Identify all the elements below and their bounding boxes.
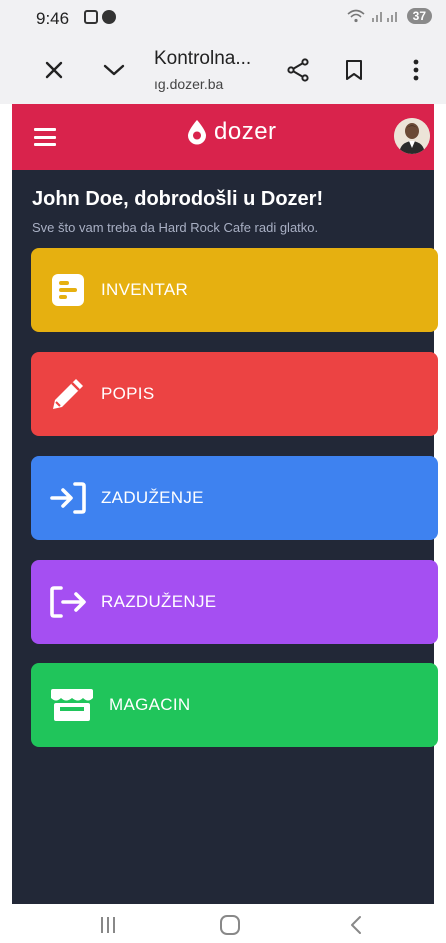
battery-indicator: 37 (406, 8, 432, 24)
inventory-icon (49, 271, 87, 309)
avatar[interactable] (394, 118, 430, 154)
welcome-heading: John Doe, dobrodošli u Dozer! (32, 188, 324, 210)
dozer-logo[interactable]: dozer (186, 118, 277, 146)
app-header: dozer (12, 104, 434, 170)
screenshot-icon (84, 10, 98, 24)
sign-out-icon (49, 583, 87, 621)
pencil-icon (49, 375, 87, 413)
magacin-label: MAGACIN (109, 695, 191, 714)
share-button[interactable] (278, 50, 318, 90)
browser-toolbar: Kontrolna... ıg.dozer.ba (0, 36, 446, 104)
close-icon (45, 61, 63, 79)
status-right: 37 (347, 8, 432, 24)
wifi-icon (347, 9, 365, 23)
droplet-icon (188, 120, 206, 145)
status-bar: 9:46 37 (0, 0, 446, 36)
razduzenje-button[interactable]: RAZDUŽENJE (31, 560, 438, 644)
popis-button[interactable]: POPIS (31, 352, 438, 436)
user-avatar-icon (394, 118, 430, 154)
back-icon (351, 916, 361, 934)
home-icon (220, 915, 240, 935)
more-vert-icon (413, 59, 419, 81)
sign-in-icon (49, 479, 87, 517)
logo-text: dozer (214, 118, 277, 145)
dozer-app: dozer John Doe, dobrodošli u Dozer! Sve … (12, 104, 438, 904)
app-notification-icon (102, 10, 116, 24)
menu-icon[interactable] (34, 128, 56, 146)
system-nav-bar (0, 904, 446, 943)
share-icon (287, 58, 309, 82)
bookmark-icon (346, 60, 362, 80)
home-button[interactable] (210, 914, 250, 936)
inventar-label: INVENTAR (101, 280, 189, 299)
inventar-button[interactable]: INVENTAR (31, 248, 438, 332)
magacin-button[interactable]: MAGACIN (31, 663, 438, 747)
status-time: 9:46 (36, 9, 70, 28)
razduzenje-label: RAZDUŽENJE (101, 592, 217, 611)
back-button[interactable] (336, 914, 376, 936)
chevron-down-icon (103, 64, 125, 76)
welcome-subtitle: Sve što vam treba da Hard Rock Cafe radi… (32, 220, 319, 235)
close-button[interactable] (34, 50, 74, 90)
zaduzenje-label: ZADUŽENJE (101, 488, 204, 507)
recents-icon (101, 917, 115, 933)
page-url: ıg.dozer.ba (154, 76, 224, 92)
expand-button[interactable] (94, 50, 134, 90)
recent-apps-button[interactable] (88, 914, 128, 936)
more-options-button[interactable] (396, 50, 436, 90)
popis-label: POPIS (101, 384, 155, 403)
bookmark-button[interactable] (334, 50, 374, 90)
notification-icons (84, 10, 116, 24)
store-icon (49, 686, 95, 724)
signal-icon (371, 12, 397, 22)
zaduzenje-button[interactable]: ZADUŽENJE (31, 456, 438, 540)
page-title: Kontrolna... (154, 48, 252, 69)
